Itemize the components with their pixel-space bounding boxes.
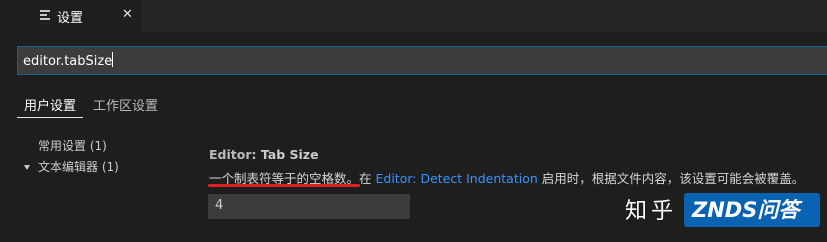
tab-size-input[interactable]: 4	[208, 194, 410, 219]
close-icon[interactable]: ✕	[122, 7, 133, 22]
tab-bar: 设置 ✕	[0, 0, 827, 32]
text-caret	[112, 52, 114, 67]
setting-title: Editor: Tab Size	[209, 147, 319, 162]
search-value: editor.tabSize	[23, 52, 114, 69]
search-input[interactable]: editor.tabSize	[17, 46, 827, 75]
zhihu-watermark: 知乎	[625, 199, 678, 224]
setting-name: Tab Size	[260, 147, 319, 162]
tab-workspace-settings[interactable]: 工作区设置	[93, 95, 158, 114]
znds-watermark: ZNDS问答	[684, 193, 820, 227]
toc-item-common[interactable]: 常用设置 (1)	[38, 137, 107, 154]
setting-category: Editor:	[209, 147, 261, 162]
tab-label: 设置	[57, 11, 84, 26]
chevron-down-icon[interactable]	[24, 165, 30, 170]
active-tab-indicator	[17, 117, 83, 118]
settings-list-icon	[40, 10, 50, 22]
tab-size-value: 4	[215, 198, 224, 213]
toc-item-text-editor[interactable]: 文本编辑器 (1)	[38, 158, 119, 175]
detect-indentation-link[interactable]: Editor: Detect Indentation	[375, 171, 537, 186]
highlight-underline	[208, 184, 360, 187]
description-text-end: 启用时，根据文件内容，该设置可能会被覆盖。	[537, 171, 805, 186]
tab-user-settings[interactable]: 用户设置	[24, 95, 76, 114]
tab-settings[interactable]: 设置 ✕	[0, 0, 141, 32]
settings-editor: 设置 ✕ editor.tabSize 用户设置 工作区设置 常用设置 (1) …	[0, 0, 827, 242]
